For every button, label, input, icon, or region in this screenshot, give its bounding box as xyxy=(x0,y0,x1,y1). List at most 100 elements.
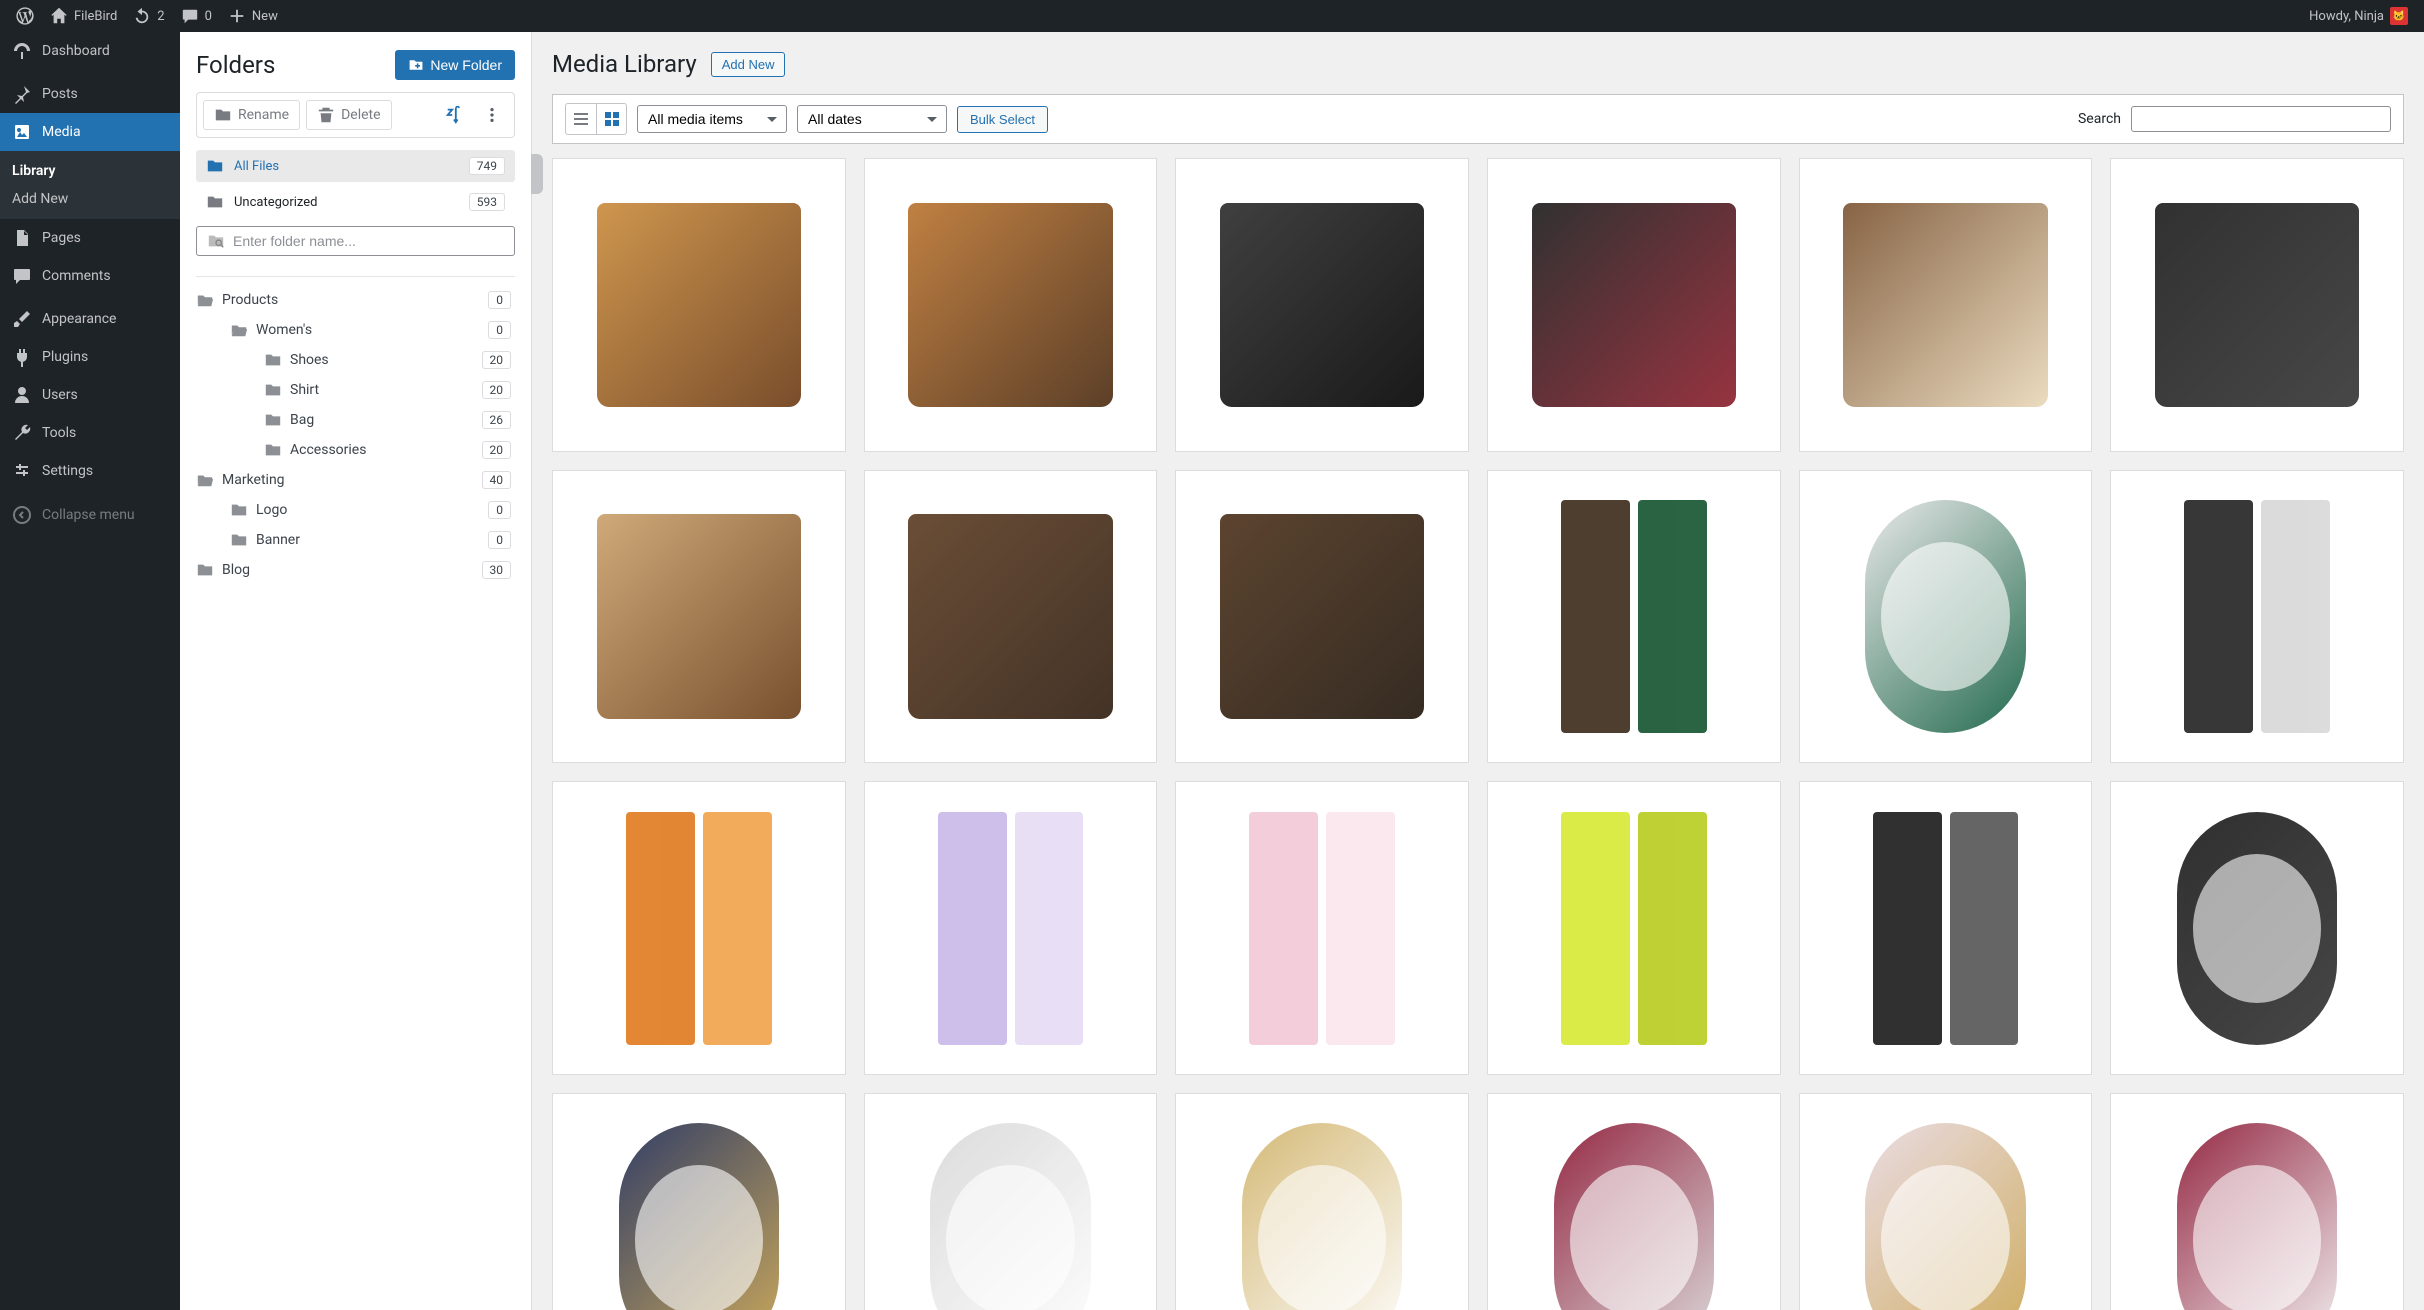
settings-icon xyxy=(12,461,32,481)
sort-button[interactable] xyxy=(438,99,470,131)
media-thumb[interactable] xyxy=(1487,781,1781,1075)
rename-button[interactable]: Rename xyxy=(203,100,300,130)
quick-filter-all-files[interactable]: All Files749 xyxy=(196,150,515,182)
nav-label: Plugins xyxy=(42,349,88,365)
nav-users[interactable]: Users xyxy=(0,376,180,414)
thumb-placeholder xyxy=(1220,203,1424,407)
media-thumb[interactable] xyxy=(1487,470,1781,764)
account-menu[interactable]: Howdy, Ninja 🐱 xyxy=(2301,0,2416,32)
folder-search-input[interactable] xyxy=(233,233,504,249)
dashboard-icon xyxy=(12,41,32,61)
thumb-placeholder xyxy=(2184,500,2330,733)
media-thumb[interactable] xyxy=(864,1093,1158,1310)
media-thumb[interactable] xyxy=(1175,1093,1469,1310)
folder-products[interactable]: Products0 xyxy=(196,285,515,315)
media-type-select[interactable]: All media items xyxy=(637,105,787,133)
count-badge: 0 xyxy=(488,501,511,519)
media-thumb[interactable] xyxy=(1799,470,2093,764)
nav-dashboard[interactable]: Dashboard xyxy=(0,32,180,70)
list-icon xyxy=(571,109,591,129)
folder-blog[interactable]: Blog30 xyxy=(196,555,515,585)
count-badge: 0 xyxy=(488,291,511,309)
media-thumb[interactable] xyxy=(1175,470,1469,764)
nav-media-library[interactable]: Library xyxy=(0,157,180,185)
thumb-placeholder xyxy=(2177,812,2337,1045)
search-input[interactable] xyxy=(2131,106,2391,132)
thumb-placeholder xyxy=(1865,1123,2025,1310)
media-type-filter[interactable]: All media items xyxy=(637,105,787,133)
nav-label: Comments xyxy=(42,268,111,284)
count-badge: 593 xyxy=(469,193,505,211)
media-thumb[interactable] xyxy=(552,470,846,764)
folder-icon xyxy=(264,441,282,459)
count-badge: 20 xyxy=(482,381,512,399)
view-grid-button[interactable] xyxy=(596,104,626,134)
nav-posts[interactable]: Posts xyxy=(0,75,180,113)
folder-shoes[interactable]: Shoes20 xyxy=(196,345,515,375)
media-thumb[interactable] xyxy=(1175,158,1469,452)
date-filter[interactable]: All dates xyxy=(797,105,947,133)
nav-label: Tools xyxy=(42,425,76,441)
media-thumb[interactable] xyxy=(864,781,1158,1075)
delete-button[interactable]: Delete xyxy=(306,100,391,130)
folder-label: Shoes xyxy=(290,352,329,368)
updates-menu[interactable]: 2 xyxy=(125,0,172,32)
folder-bag[interactable]: Bag26 xyxy=(196,405,515,435)
panel-resize-handle[interactable] xyxy=(531,154,543,194)
nav-pages[interactable]: Pages xyxy=(0,219,180,257)
nav-label: Collapse menu xyxy=(42,507,135,523)
quick-filter-uncategorized[interactable]: Uncategorized593 xyxy=(196,186,515,218)
folder-search[interactable] xyxy=(196,226,515,256)
thumb-placeholder xyxy=(619,1123,779,1310)
avatar: 🐱 xyxy=(2390,7,2408,25)
thumb-placeholder xyxy=(1865,500,2025,733)
media-thumb[interactable] xyxy=(552,1093,846,1310)
media-thumb[interactable] xyxy=(864,470,1158,764)
site-menu[interactable]: FileBird xyxy=(42,0,125,32)
media-thumb[interactable] xyxy=(2110,470,2404,764)
nav-plugins[interactable]: Plugins xyxy=(0,338,180,376)
bulk-select-button[interactable]: Bulk Select xyxy=(957,106,1048,133)
folder-icon xyxy=(264,381,282,399)
folder-shirt[interactable]: Shirt20 xyxy=(196,375,515,405)
media-thumb[interactable] xyxy=(552,781,846,1075)
folder-women-s[interactable]: Women's0 xyxy=(196,315,515,345)
nav-media-add-new[interactable]: Add New xyxy=(0,185,180,213)
media-thumb[interactable] xyxy=(1487,1093,1781,1310)
media-thumb[interactable] xyxy=(1799,1093,2093,1310)
media-thumb[interactable] xyxy=(2110,1093,2404,1310)
nav-comments[interactable]: Comments xyxy=(0,257,180,295)
folder-logo[interactable]: Logo0 xyxy=(196,495,515,525)
nav-tools[interactable]: Tools xyxy=(0,414,180,452)
date-select[interactable]: All dates xyxy=(797,105,947,133)
media-thumb[interactable] xyxy=(2110,158,2404,452)
folder-accessories[interactable]: Accessories20 xyxy=(196,435,515,465)
thumb-placeholder xyxy=(1249,812,1395,1045)
folder-icon xyxy=(206,157,224,175)
media-thumb[interactable] xyxy=(2110,781,2404,1075)
media-thumb[interactable] xyxy=(1487,158,1781,452)
wordpress-menu[interactable] xyxy=(8,0,42,32)
plus-icon xyxy=(228,7,246,25)
folder-banner[interactable]: Banner0 xyxy=(196,525,515,555)
media-thumb[interactable] xyxy=(552,158,846,452)
nav-appearance[interactable]: Appearance xyxy=(0,300,180,338)
media-thumb[interactable] xyxy=(1175,781,1469,1075)
media-thumb[interactable] xyxy=(1799,781,2093,1075)
nav-label: Users xyxy=(42,387,78,403)
media-thumb[interactable] xyxy=(864,158,1158,452)
comments-count: 0 xyxy=(205,9,212,24)
comments-menu[interactable]: 0 xyxy=(173,0,220,32)
comment-icon xyxy=(12,266,32,286)
new-folder-button[interactable]: New Folder xyxy=(395,50,515,80)
add-new-button[interactable]: Add New xyxy=(711,52,786,77)
media-thumb[interactable] xyxy=(1799,158,2093,452)
nav-media[interactable]: Media xyxy=(0,113,180,151)
folder-marketing[interactable]: Marketing40 xyxy=(196,465,515,495)
new-content-menu[interactable]: New xyxy=(220,0,286,32)
nav-settings[interactable]: Settings xyxy=(0,452,180,490)
media-toolbar: All media items All dates Bulk Select Se… xyxy=(552,94,2404,144)
view-list-button[interactable] xyxy=(566,104,596,134)
more-button[interactable] xyxy=(476,99,508,131)
nav-collapse[interactable]: Collapse menu xyxy=(0,496,180,534)
